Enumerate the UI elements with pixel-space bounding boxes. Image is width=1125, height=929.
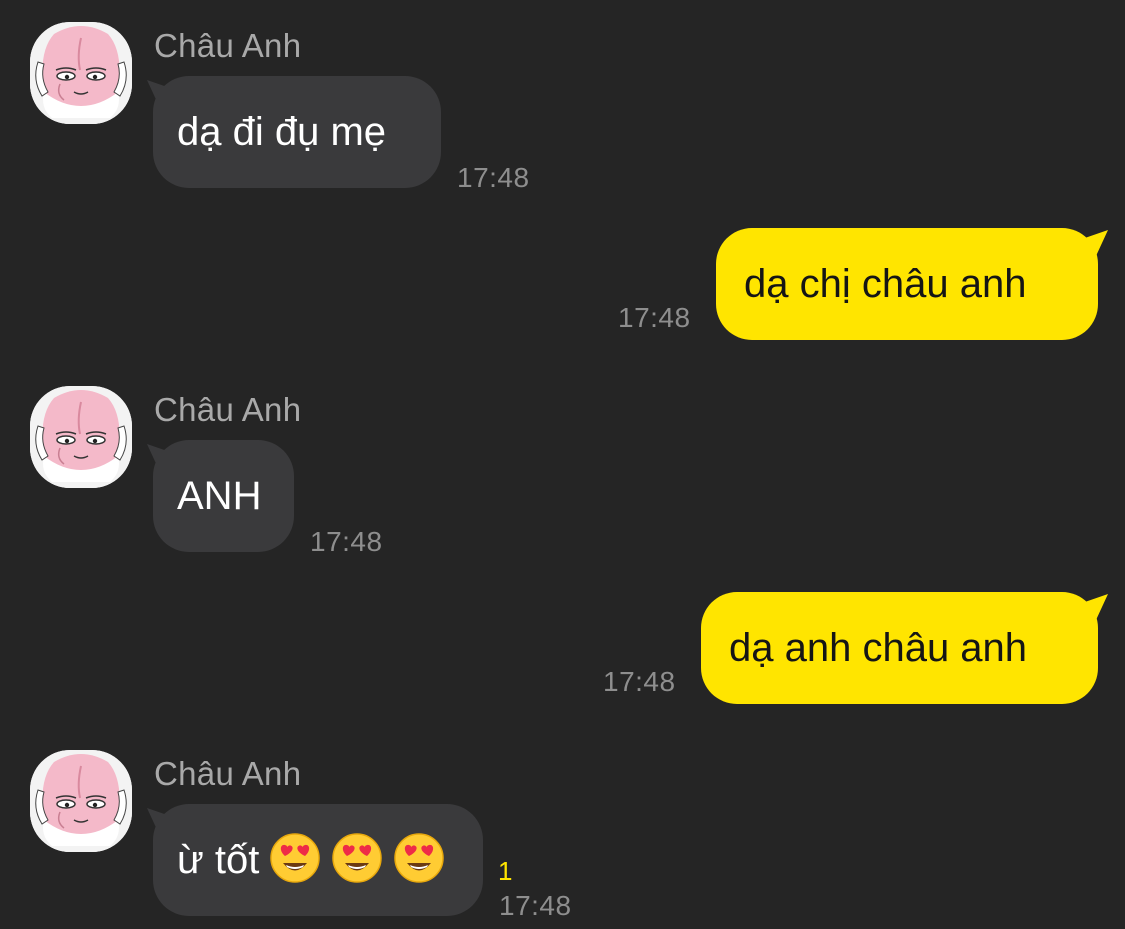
message-text: dạ đi đụ mẹ [177,110,387,154]
message-text: dạ anh châu anh [729,626,1028,670]
outgoing-message-bubble[interactable]: dạ anh châu anh [701,592,1098,704]
message-timestamp: 17:48 [457,162,530,193]
message-timestamp: 17:48 [310,526,383,557]
avatar[interactable] [30,22,132,124]
heart-eyes-emoji [332,833,383,884]
chat-view: Châu Anh dạ đi đụ mẹ 17:48 dạ chị châu a… [0,0,1125,929]
avatar[interactable] [30,750,132,852]
heart-eyes-emoji [394,833,445,884]
heart-eyes-emoji [270,833,321,884]
message-timestamp: 17:48 [499,890,572,921]
message-text: ừ tốt [177,838,260,882]
outgoing-message-bubble[interactable]: dạ chị châu anh [716,228,1098,340]
sender-name: Châu Anh [154,755,302,792]
unread-count: 1 [498,856,513,886]
message-text: dạ chị châu anh [744,262,1027,306]
incoming-message-bubble[interactable]: ANH [153,440,294,552]
incoming-message-bubble[interactable]: dạ đi đụ mẹ [153,76,441,188]
avatar[interactable] [30,386,132,488]
incoming-message-bubble[interactable]: ừ tốt [153,804,483,916]
sender-name: Châu Anh [154,391,302,428]
sender-name: Châu Anh [154,27,302,64]
message-timestamp: 17:48 [603,666,676,697]
message-text: ANH [177,474,262,518]
message-timestamp: 17:48 [618,302,691,333]
